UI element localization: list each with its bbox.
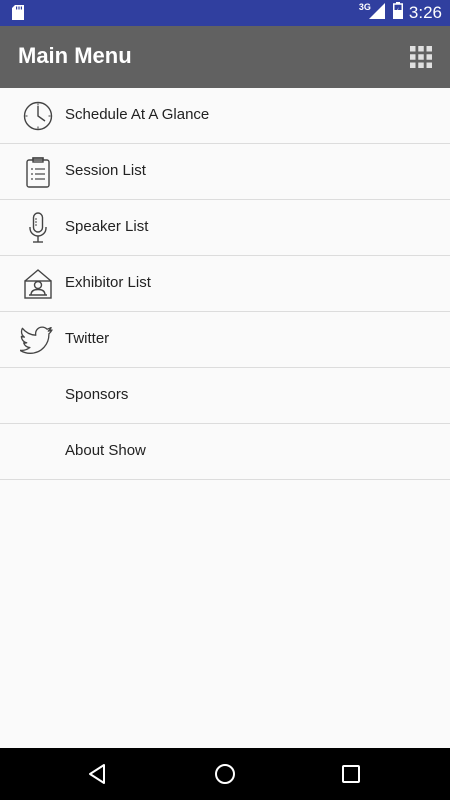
home-button[interactable] bbox=[213, 762, 237, 786]
home-icon bbox=[215, 764, 235, 784]
menu-item-label: Exhibitor List bbox=[65, 274, 151, 291]
status-bar: 3G 3:26 bbox=[0, 0, 450, 26]
back-icon bbox=[89, 764, 105, 784]
grid-menu-button[interactable] bbox=[410, 46, 432, 68]
menu-item-label: Twitter bbox=[65, 330, 110, 347]
recents-icon bbox=[342, 765, 360, 783]
page-title: Main Menu bbox=[18, 43, 132, 68]
clipboard-icon bbox=[20, 154, 56, 190]
menu-item-label: About Show bbox=[65, 442, 146, 459]
menu-item-label: Session List bbox=[65, 162, 146, 179]
grid-icon bbox=[410, 46, 432, 68]
menu-item-schedule-at-a-glance[interactable]: Schedule At A Glance bbox=[0, 88, 450, 144]
main-menu-list: Schedule At A Glance Session List Speake… bbox=[0, 88, 450, 480]
menu-item-about-show[interactable]: About Show bbox=[0, 424, 450, 480]
menu-item-session-list[interactable]: Session List bbox=[0, 144, 450, 200]
clock-icon bbox=[20, 98, 56, 134]
exhibitor-booth-icon bbox=[20, 266, 56, 302]
menu-item-label: Schedule At A Glance bbox=[65, 106, 210, 123]
system-navigation-bar bbox=[0, 748, 450, 800]
menu-item-sponsors[interactable]: Sponsors bbox=[0, 368, 450, 424]
app-bar: Main Menu bbox=[0, 26, 450, 88]
menu-item-label: Sponsors bbox=[65, 386, 129, 403]
menu-item-speaker-list[interactable]: Speaker List bbox=[0, 200, 450, 256]
sd-card-icon bbox=[12, 5, 24, 25]
network-type: 3G bbox=[358, 2, 371, 12]
signal-icon bbox=[368, 2, 385, 24]
battery-icon bbox=[392, 2, 403, 24]
back-button[interactable] bbox=[86, 762, 110, 786]
microphone-icon bbox=[20, 210, 56, 246]
menu-item-exhibitor-list[interactable]: Exhibitor List bbox=[0, 256, 450, 312]
clock-time: 3:26 bbox=[408, 3, 442, 22]
menu-item-label: Speaker List bbox=[65, 218, 149, 235]
menu-item-twitter[interactable]: Twitter bbox=[0, 312, 450, 368]
twitter-bird-icon bbox=[19, 322, 56, 358]
recents-button[interactable] bbox=[339, 762, 363, 786]
